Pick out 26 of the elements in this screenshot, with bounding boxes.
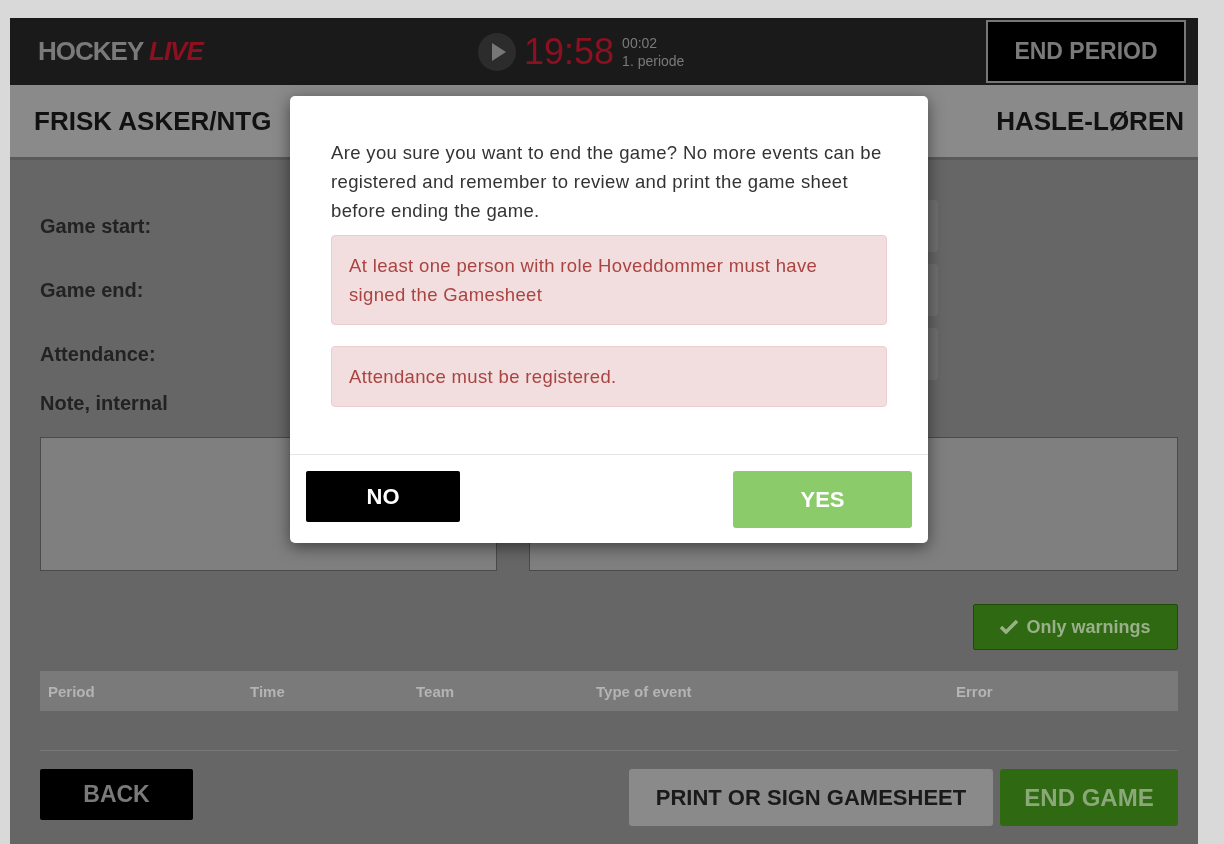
- away-team: HASLE-LØREN: [996, 105, 1184, 137]
- column-header: Time: [250, 682, 286, 700]
- end-game-button[interactable]: END GAME: [1000, 769, 1178, 826]
- field-label: Game end:: [40, 278, 144, 302]
- logo: HOCKEY LIVE: [38, 36, 205, 67]
- field-label: Attendance:: [40, 342, 156, 366]
- game-clock: 19:58: [524, 30, 615, 73]
- error-alert: At least one person with role Hoveddommer must have signed the Gamesheet: [331, 235, 887, 325]
- only-warnings-button[interactable]: Only warnings: [973, 604, 1178, 650]
- column-header: Error: [956, 682, 993, 700]
- check-icon: [1000, 620, 1019, 634]
- dialog-message: Are you sure you want to end the game? No more events can be registered and remember to review and print the game sheet before ending the game.: [331, 141, 883, 223]
- home-team: FRISK ASKER/NTG: [34, 105, 272, 137]
- column-header: Team: [416, 682, 456, 700]
- print-button[interactable]: PRINT OR SIGN GAMESHEET: [629, 769, 993, 826]
- note-label: Note, internal: [40, 392, 169, 415]
- back-button[interactable]: BACK: [40, 769, 193, 820]
- column-header: Period: [47, 682, 96, 700]
- end-period-button[interactable]: END PERIOD: [986, 20, 1186, 83]
- field-label: Game start:: [40, 214, 152, 238]
- play-icon[interactable]: [478, 32, 516, 71]
- column-header: Type of event: [596, 682, 693, 700]
- error-alert: Attendance must be registered.: [331, 346, 887, 407]
- period-label: 1. periode: [622, 51, 685, 70]
- no-button[interactable]: NO: [306, 471, 460, 522]
- elapsed-time: 00:02: [622, 33, 659, 52]
